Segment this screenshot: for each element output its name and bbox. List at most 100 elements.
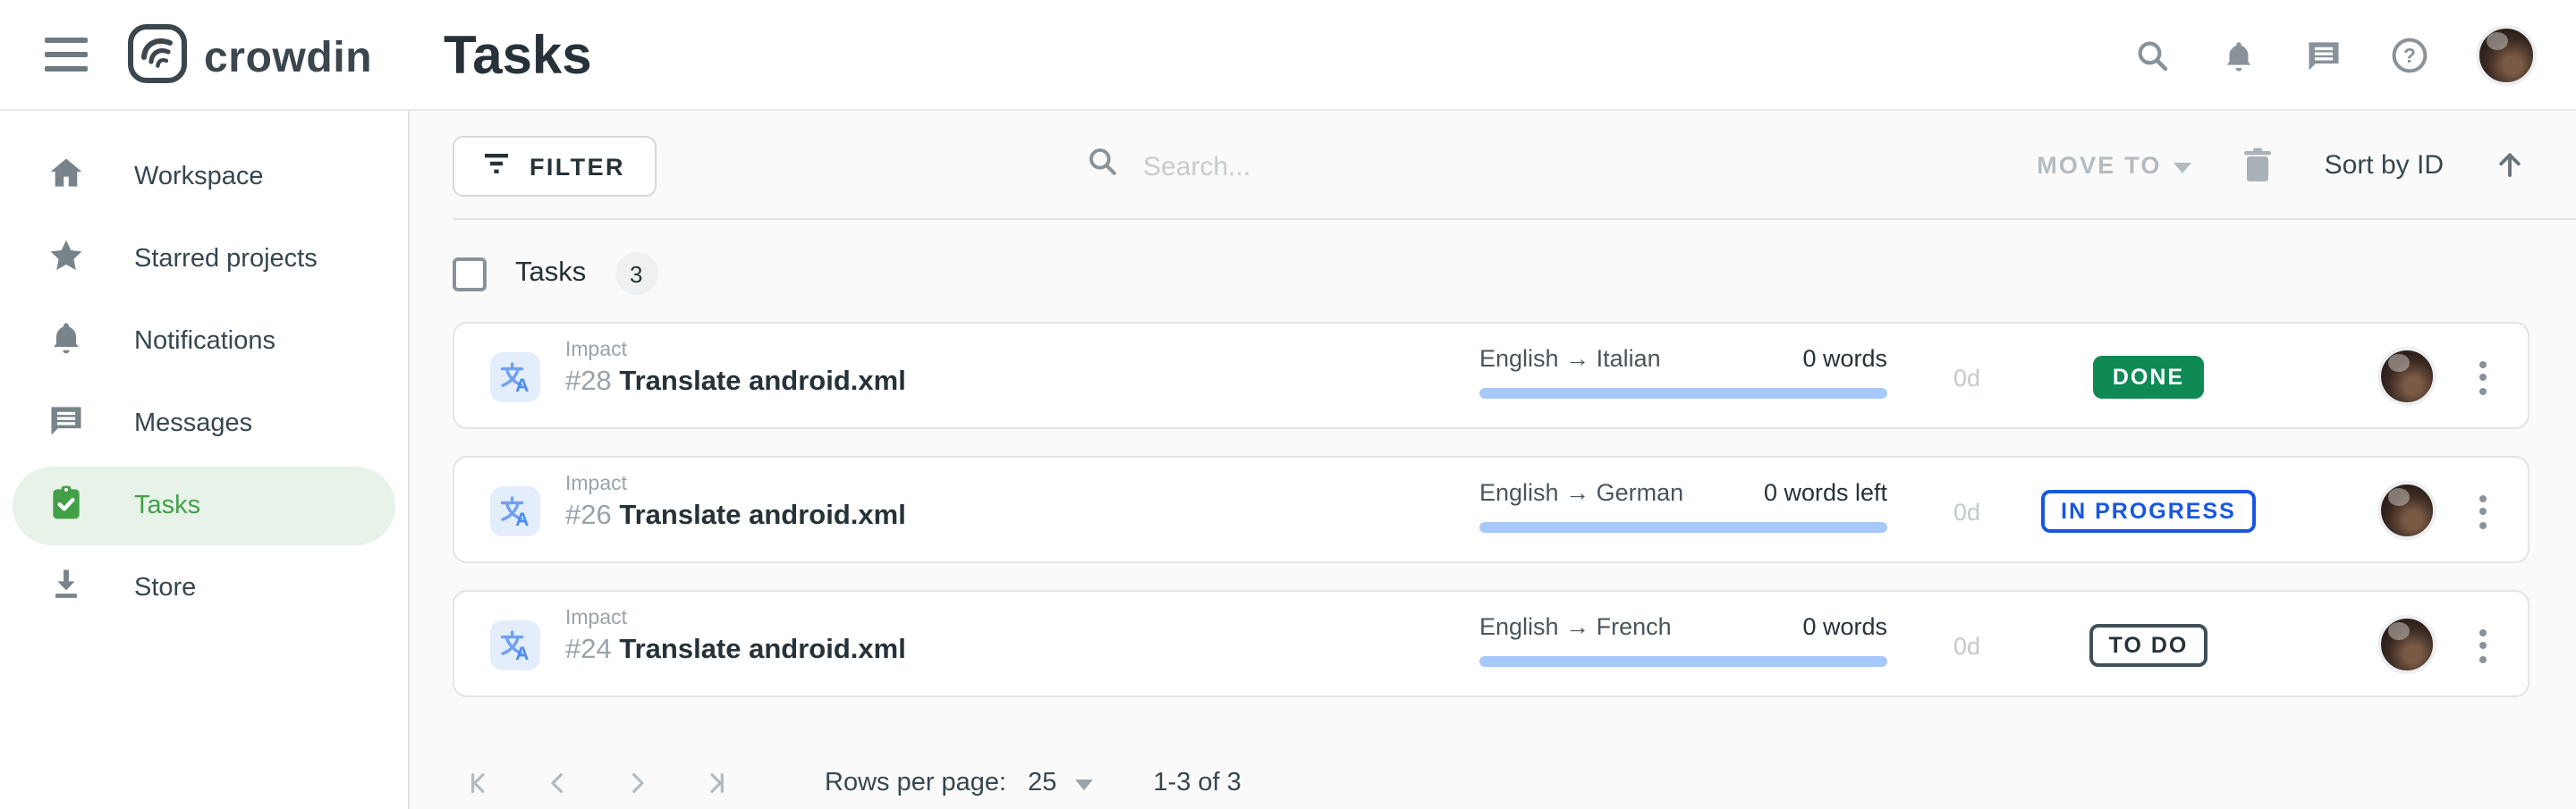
task-text-block: Impact #24 Translate android.xml [565,608,906,667]
home-icon [47,153,86,201]
pagination-range-label: 1-3 of 3 [1153,769,1241,797]
task-language-pair: English → French [1479,613,1672,640]
sidebar-item-notifications[interactable]: Notifications [13,302,395,381]
svg-text:A: A [515,510,529,530]
task-status-badge: IN PROGRESS [2041,490,2256,533]
task-duration: 0d [1953,458,1980,565]
sidebar-item-workspace[interactable]: Workspace [13,138,395,216]
brand-name: crowdin [204,33,372,83]
task-row[interactable]: A Impact #24 Translate android.xml Engli… [453,590,2529,697]
task-status-badge: TO DO [2089,624,2208,667]
store-download-icon [47,564,86,612]
task-text-block: Impact #26 Translate android.xml [565,474,906,533]
task-more-options-kebab-icon[interactable] [2465,352,2501,402]
task-title-line: #26 Translate android.xml [565,501,906,533]
task-title: Translate android.xml [619,501,905,531]
search-icon[interactable] [2132,36,2172,75]
brand-logo[interactable]: crowdin [127,23,372,93]
top-bar: crowdin Tasks ? [0,0,2576,111]
sidebar-item-label: Store [134,574,196,603]
task-row[interactable]: A Impact #26 Translate android.xml Engli… [453,456,2529,563]
notifications-bell-icon[interactable] [2218,36,2258,75]
hamburger-menu-icon[interactable] [45,38,88,73]
task-title-line: #28 Translate android.xml [565,367,906,399]
sort-by-button[interactable]: Sort by ID [2325,149,2444,180]
svg-text:?: ? [2403,44,2416,67]
chat-icon [47,400,86,448]
previous-page-button[interactable] [531,756,585,809]
toolbar: FILTER MOVE TO Sort by ID [410,111,2576,218]
filter-funnel-icon [485,152,512,181]
sidebar-item-starred-projects[interactable]: Starred projects [13,220,395,299]
sidebar-item-store[interactable]: Store [13,549,395,628]
assignee-avatar[interactable] [2377,615,2436,674]
list-header-label: Tasks [515,257,586,290]
user-avatar[interactable] [2476,25,2537,86]
pagination: Rows per page: 25 1-3 of 3 [453,751,1241,809]
rows-per-page-chevron-down-icon[interactable] [1074,767,1092,799]
search-input[interactable] [1143,151,1680,181]
task-number: #24 [565,635,612,665]
next-page-button[interactable] [610,756,664,809]
task-number: #26 [565,501,612,531]
assignee-avatar[interactable] [2377,481,2436,540]
task-number: #28 [565,367,612,397]
move-to-dropdown[interactable]: MOVE TO [2037,151,2191,178]
rows-per-page-label: Rows per page: [825,769,1006,797]
svg-text:A: A [515,644,529,664]
task-text-block: Impact #28 Translate android.xml [565,340,906,399]
sidebar-item-label: Tasks [134,492,200,520]
sidebar-item-label: Notifications [134,327,275,356]
sidebar-item-messages[interactable]: Messages [13,384,395,463]
app-root: crowdin Tasks ? Workspace Starre [0,0,2576,809]
sidebar-item-label: Starred projects [134,245,318,274]
task-row[interactable]: A Impact #28 Translate android.xml Engli… [453,322,2529,429]
task-more-options-kebab-icon[interactable] [2465,486,2501,536]
task-title: Translate android.xml [619,367,905,397]
crowdin-logo-icon [127,23,188,93]
arrow-right-icon: → [1565,613,1589,640]
assignee-avatar[interactable] [2377,347,2436,406]
task-words-count: 0 words left [1764,479,1887,506]
sort-direction-arrow-up-icon[interactable] [2490,145,2529,184]
rows-per-page-value[interactable]: 25 [1028,769,1056,797]
task-language-block: English → French 0 words [1479,613,1887,667]
task-project-label: Impact [565,474,906,495]
task-progress-bar [1479,522,1887,533]
task-project-label: Impact [565,608,906,629]
tasks-clipboard-icon [47,482,86,530]
svg-text:A: A [515,375,529,396]
delete-trash-icon[interactable] [2239,145,2278,184]
task-duration: 0d [1953,324,1980,431]
select-all-checkbox[interactable] [453,257,487,291]
chevron-down-icon [2174,151,2192,178]
task-language-pair: English → German [1479,479,1683,506]
arrow-right-icon: → [1565,479,1589,506]
page-title: Tasks [444,27,592,88]
task-language-block: English → Italian 0 words [1479,345,1887,399]
sidebar: Workspace Starred projects Notifications… [0,111,410,809]
task-progress-bar [1479,388,1887,399]
help-icon[interactable]: ? [2390,36,2429,75]
move-to-label: MOVE TO [2037,151,2161,178]
task-progress-bar [1479,656,1887,667]
task-more-options-kebab-icon[interactable] [2465,620,2501,670]
filter-button-label: FILTER [530,153,625,180]
search-icon [1086,145,1120,188]
translate-task-icon: A [490,620,540,670]
first-page-button[interactable] [453,756,506,809]
sidebar-item-label: Messages [134,409,252,438]
sidebar-item-tasks[interactable]: Tasks [13,467,395,545]
filter-button[interactable]: FILTER [453,136,657,197]
last-page-button[interactable] [689,756,742,809]
task-title-line: #24 Translate android.xml [565,635,906,667]
main-content: FILTER MOVE TO Sort by ID [410,111,2576,809]
task-title: Translate android.xml [619,635,905,665]
messages-icon[interactable] [2304,36,2343,75]
task-status-badge: DONE [2093,356,2204,399]
task-list: A Impact #28 Translate android.xml Engli… [453,322,2529,724]
bell-icon [47,317,86,366]
translate-task-icon: A [490,352,540,402]
arrow-right-icon: → [1565,345,1589,372]
task-project-label: Impact [565,340,906,361]
